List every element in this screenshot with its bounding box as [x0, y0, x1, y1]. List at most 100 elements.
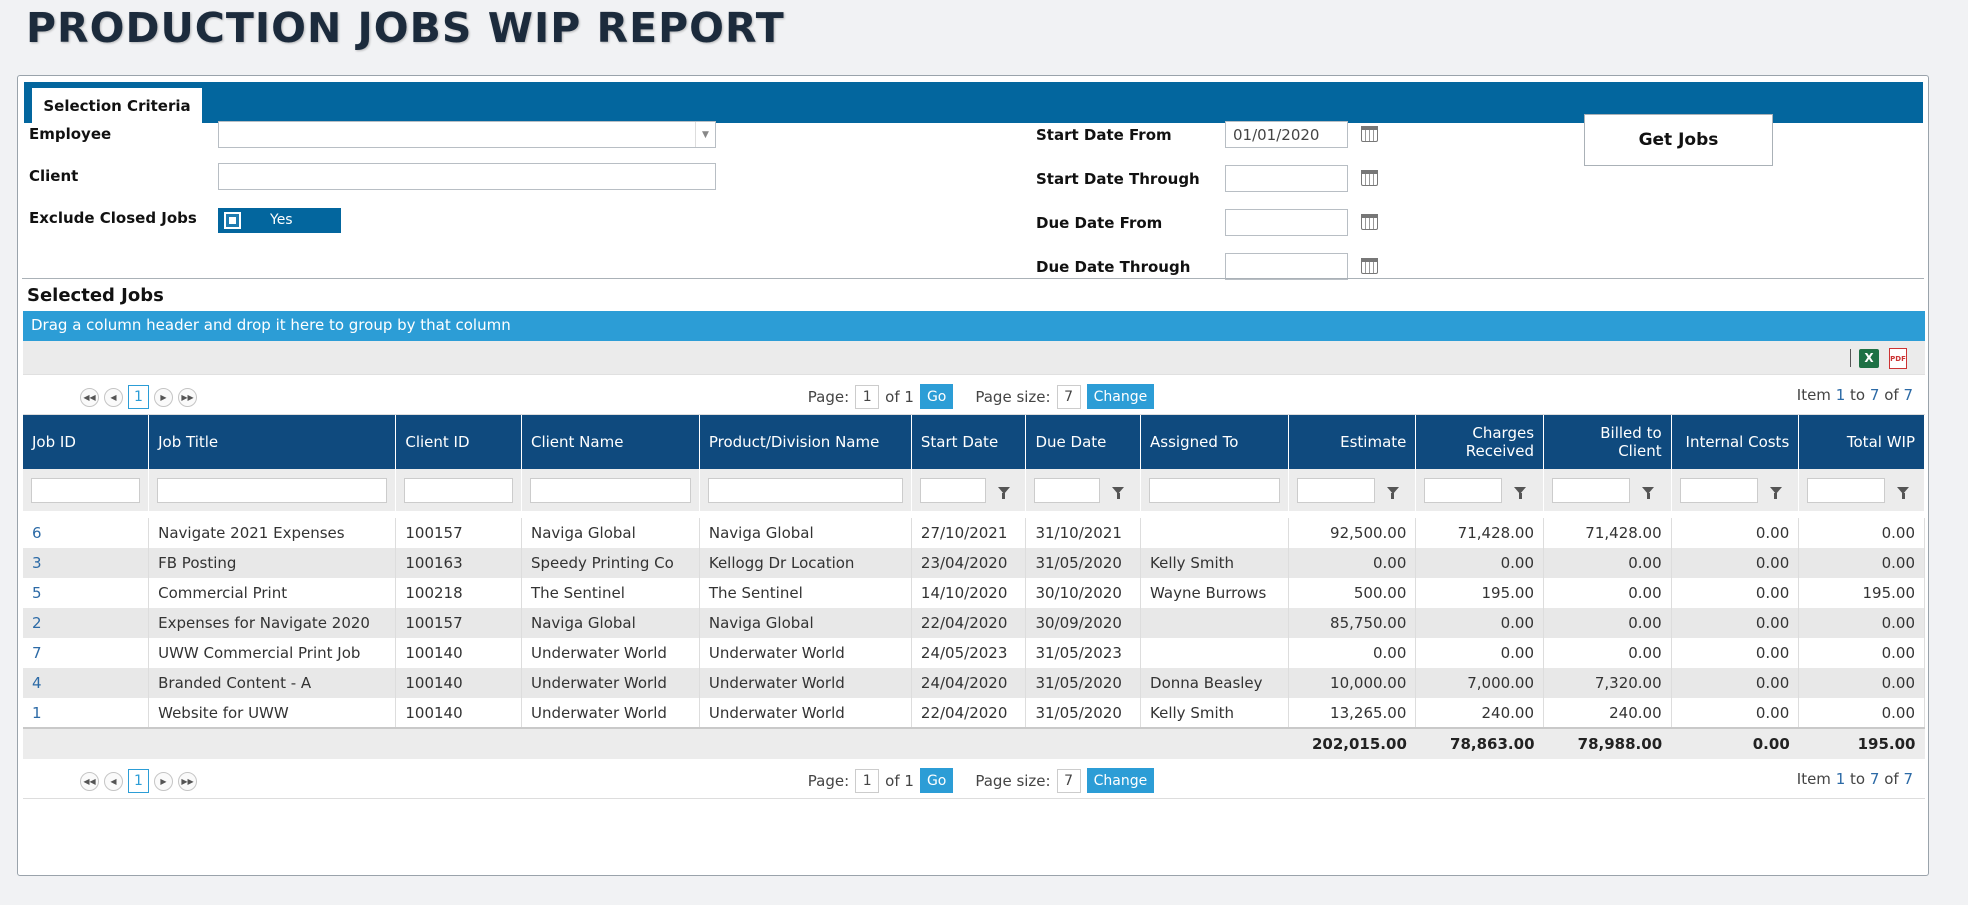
page-size-input[interactable]: 7 — [1056, 384, 1081, 409]
filter-icon[interactable] — [1112, 486, 1125, 499]
col-job-id[interactable]: Job ID — [23, 415, 150, 469]
col-client-name[interactable]: Client Name — [521, 415, 700, 469]
filter-icon[interactable] — [1386, 486, 1399, 499]
cell-total-wip: 0.00 — [1798, 668, 1925, 698]
calendar-icon[interactable] — [1361, 214, 1378, 230]
cell-due-date: 31/05/2020 — [1025, 698, 1142, 728]
cell-job-id[interactable]: 3 — [23, 548, 150, 578]
page-input[interactable]: 1 — [855, 384, 880, 409]
employee-dropdown[interactable]: ▼ — [218, 121, 716, 148]
change-button[interactable]: Change — [1086, 384, 1155, 409]
cell-assigned-to: Wayne Burrows — [1140, 578, 1289, 608]
col-internal-costs[interactable]: Internal Costs — [1671, 415, 1800, 469]
filter-assigned-to[interactable] — [1149, 477, 1280, 503]
cell-job-title: UWW Commercial Print Job — [148, 638, 397, 668]
go-button[interactable]: Go — [919, 384, 954, 409]
col-product-division[interactable]: Product/Division Name — [699, 415, 912, 469]
cell-job-id[interactable]: 7 — [23, 638, 150, 668]
col-job-title[interactable]: Job Title — [148, 415, 397, 469]
table-row[interactable]: 1 Website for UWW 100140 Underwater World Un… — [23, 698, 1925, 728]
client-label: Client — [29, 167, 79, 185]
col-due-date[interactable]: Due Date — [1025, 415, 1142, 469]
due-through-input[interactable] — [1225, 253, 1348, 280]
filter-total-wip[interactable] — [1807, 477, 1886, 503]
calendar-icon[interactable] — [1361, 126, 1378, 142]
cell-job-id[interactable]: 2 — [23, 608, 150, 638]
start-from-input[interactable]: 01/01/2020 — [1225, 121, 1348, 148]
cell-internal-costs: 0.00 — [1671, 548, 1800, 578]
filter-billed-to-client[interactable] — [1552, 477, 1631, 503]
cell-charges-received: 0.00 — [1415, 638, 1545, 668]
page-label: Page: — [807, 387, 850, 406]
table-row[interactable]: 3 FB Posting 100163 Speedy Printing Co Kello… — [23, 548, 1925, 578]
filter-client-name[interactable] — [529, 477, 691, 503]
page-size-input[interactable]: 7 — [1056, 768, 1081, 793]
cell-product-division: Underwater World — [699, 638, 912, 668]
cell-estimate: 0.00 — [1288, 548, 1417, 578]
client-input[interactable] — [218, 163, 716, 190]
table-row[interactable]: 2 Expenses for Navigate 2020 100157 Naviga … — [23, 608, 1925, 638]
exclude-closed-value: Yes — [270, 212, 293, 228]
calendar-icon[interactable] — [1361, 170, 1378, 186]
cell-estimate: 500.00 — [1288, 578, 1417, 608]
col-client-id[interactable]: Client ID — [395, 415, 522, 469]
cell-start-date: 22/04/2020 — [911, 698, 1027, 728]
cell-due-date: 31/05/2023 — [1025, 638, 1142, 668]
filter-icon[interactable] — [1514, 486, 1527, 499]
filter-job-id[interactable] — [31, 477, 141, 503]
filter-icon[interactable] — [1642, 486, 1655, 499]
group-by-bar[interactable]: Drag a column header and drop it here to… — [23, 311, 1925, 341]
cell-job-title: FB Posting — [148, 548, 397, 578]
change-button[interactable]: Change — [1086, 768, 1155, 793]
col-start-date[interactable]: Start Date — [911, 415, 1027, 469]
col-charges-received[interactable]: Charges Received — [1415, 415, 1545, 469]
filter-internal-costs[interactable] — [1679, 477, 1758, 503]
filter-charges-received[interactable] — [1424, 477, 1503, 503]
due-through-label: Due Date Through — [1036, 258, 1191, 276]
go-button[interactable]: Go — [919, 768, 954, 793]
filter-icon[interactable] — [1769, 486, 1782, 499]
col-billed-to-client[interactable]: Billed to Client — [1543, 415, 1672, 469]
table-row[interactable]: 6 Navigate 2021 Expenses 100157 Naviga Glob… — [23, 518, 1925, 548]
excel-icon[interactable]: X — [1859, 349, 1879, 368]
cell-job-id[interactable]: 6 — [23, 518, 150, 548]
cell-client-id: 100157 — [395, 608, 522, 638]
calendar-icon[interactable] — [1361, 258, 1378, 274]
col-assigned-to[interactable]: Assigned To — [1140, 415, 1289, 469]
filter-product-division[interactable] — [707, 477, 903, 503]
due-from-input[interactable] — [1225, 209, 1348, 236]
table-row[interactable]: 5 Commercial Print 100218 The Sentinel The S… — [23, 578, 1925, 608]
tab-selection-criteria[interactable]: Selection Criteria — [32, 88, 202, 123]
cell-assigned-to — [1140, 518, 1289, 548]
col-estimate[interactable]: Estimate — [1288, 415, 1417, 469]
filter-job-title[interactable] — [157, 477, 388, 503]
pdf-icon[interactable]: PDF — [1889, 348, 1907, 369]
chevron-down-icon[interactable]: ▼ — [695, 122, 715, 147]
cell-client-id: 100140 — [395, 668, 522, 698]
cell-client-name: Underwater World — [521, 668, 700, 698]
cell-total-wip: 0.00 — [1798, 698, 1925, 728]
exclude-closed-toggle[interactable]: Yes — [218, 208, 341, 233]
get-jobs-button[interactable]: Get Jobs — [1584, 114, 1773, 166]
cell-billed-to-client: 7,320.00 — [1543, 668, 1672, 698]
cell-job-id[interactable]: 5 — [23, 578, 150, 608]
cell-total-wip: 0.00 — [1798, 608, 1925, 638]
cell-client-id: 100218 — [395, 578, 522, 608]
start-through-input[interactable] — [1225, 165, 1348, 192]
filter-due-date[interactable] — [1034, 477, 1101, 503]
cell-product-division: Underwater World — [699, 698, 912, 728]
filter-estimate[interactable] — [1296, 477, 1375, 503]
cell-job-id[interactable]: 4 — [23, 668, 150, 698]
col-total-wip[interactable]: Total WIP — [1798, 415, 1925, 469]
cell-job-id[interactable]: 1 — [23, 698, 150, 728]
table-row[interactable]: 4 Branded Content - A 100140 Underwater Wor… — [23, 668, 1925, 698]
page-input[interactable]: 1 — [855, 768, 880, 793]
filter-icon[interactable] — [997, 486, 1010, 499]
cell-job-title: Expenses for Navigate 2020 — [148, 608, 397, 638]
cell-estimate: 85,750.00 — [1288, 608, 1417, 638]
filter-client-id[interactable] — [404, 477, 513, 503]
table-row[interactable]: 7 UWW Commercial Print Job 100140 Underwate… — [23, 638, 1925, 668]
filter-icon[interactable] — [1897, 486, 1910, 499]
filter-start-date[interactable] — [919, 477, 986, 503]
cell-job-title: Commercial Print — [148, 578, 397, 608]
